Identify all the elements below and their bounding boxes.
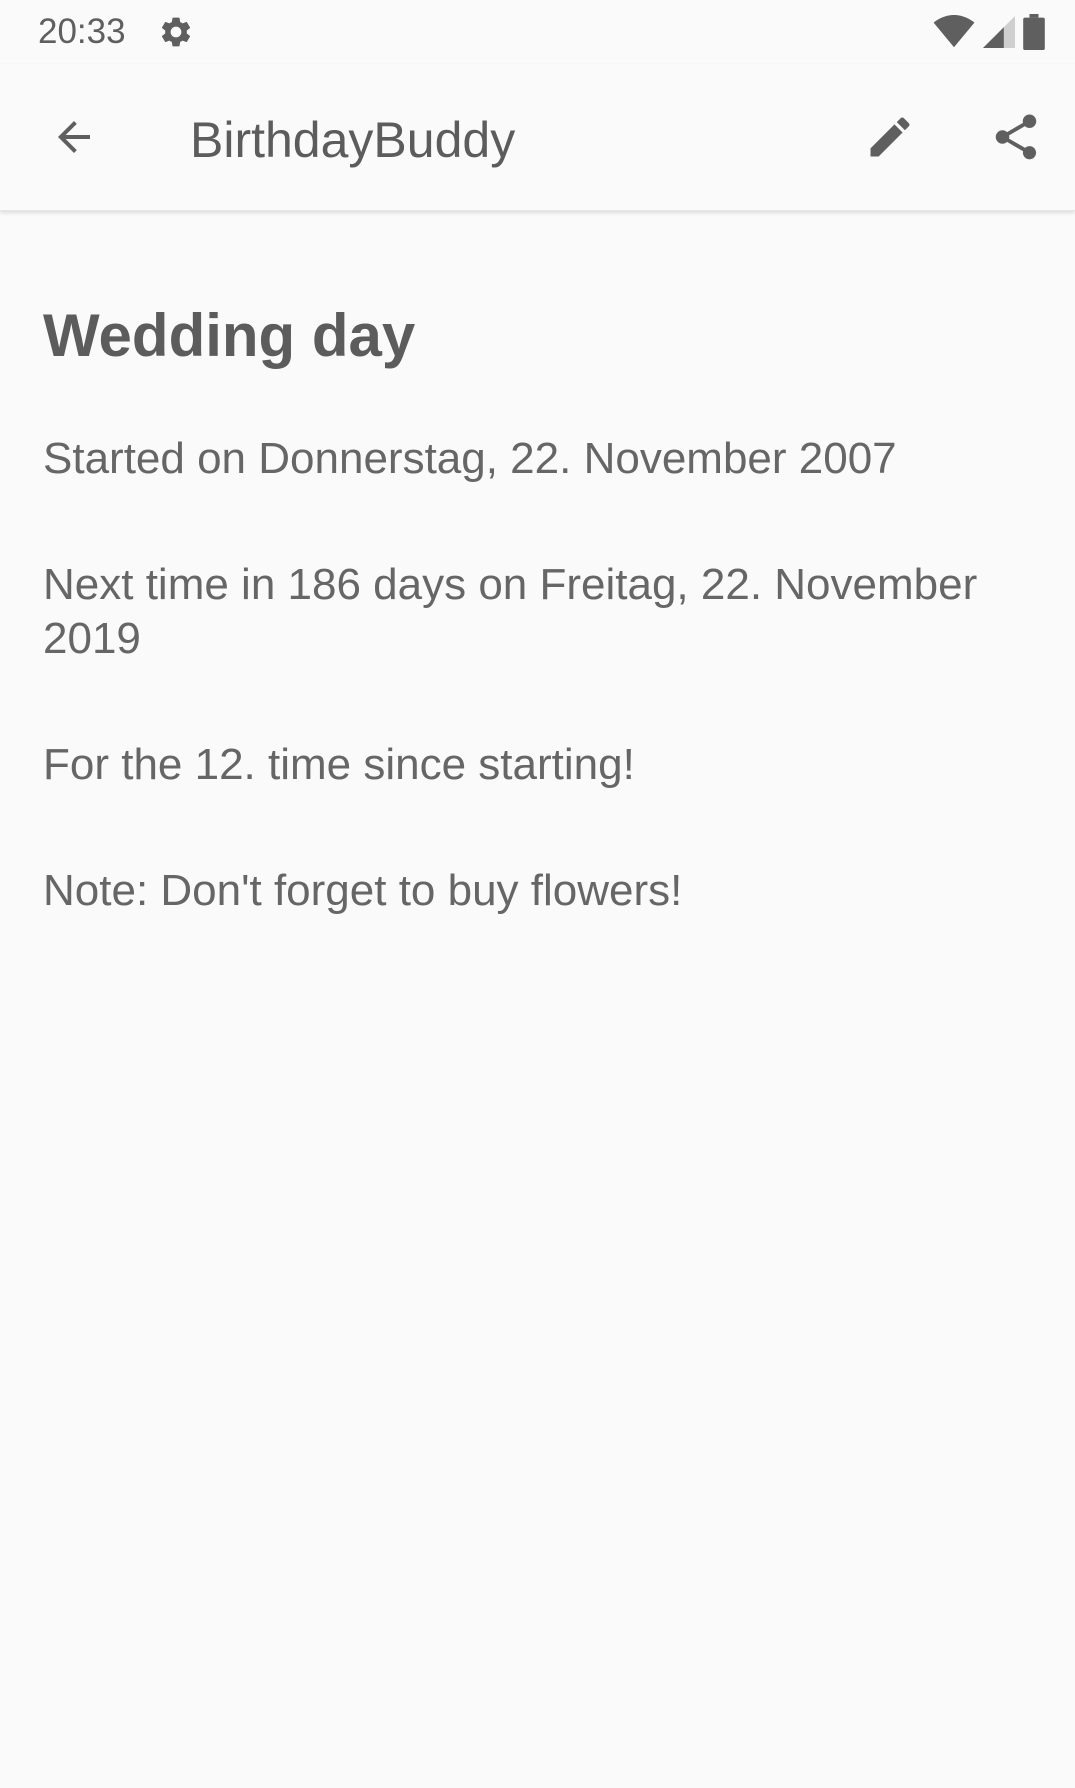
battery-icon bbox=[1023, 14, 1045, 50]
status-icons bbox=[933, 12, 1045, 52]
app-title: BirthdayBuddy bbox=[190, 112, 516, 168]
share-icon bbox=[989, 110, 1043, 164]
status-time: 20:33 bbox=[38, 12, 126, 51]
event-next-occurrence: Next time in 186 days on Freitag, 22. No… bbox=[43, 560, 978, 663]
app-bar: BirthdayBuddy bbox=[0, 64, 1075, 211]
event-title: Wedding day bbox=[43, 302, 416, 369]
back-button[interactable] bbox=[36, 102, 112, 172]
event-note: Note: Don't forget to buy flowers! bbox=[43, 866, 683, 915]
gear-icon bbox=[158, 14, 198, 50]
status-bar: 20:33 bbox=[0, 0, 1075, 64]
event-details: Wedding day Started on Donnerstag, 22. N… bbox=[43, 300, 1043, 990]
share-button[interactable] bbox=[978, 102, 1054, 172]
event-count: For the 12. time since starting! bbox=[43, 740, 635, 789]
event-started: Started on Donnerstag, 22. November 2007 bbox=[43, 434, 897, 483]
wifi-icon bbox=[933, 15, 975, 49]
pencil-icon bbox=[864, 111, 916, 163]
edit-button[interactable] bbox=[852, 102, 928, 172]
signal-icon bbox=[983, 15, 1015, 49]
arrow-back-icon bbox=[50, 113, 98, 161]
